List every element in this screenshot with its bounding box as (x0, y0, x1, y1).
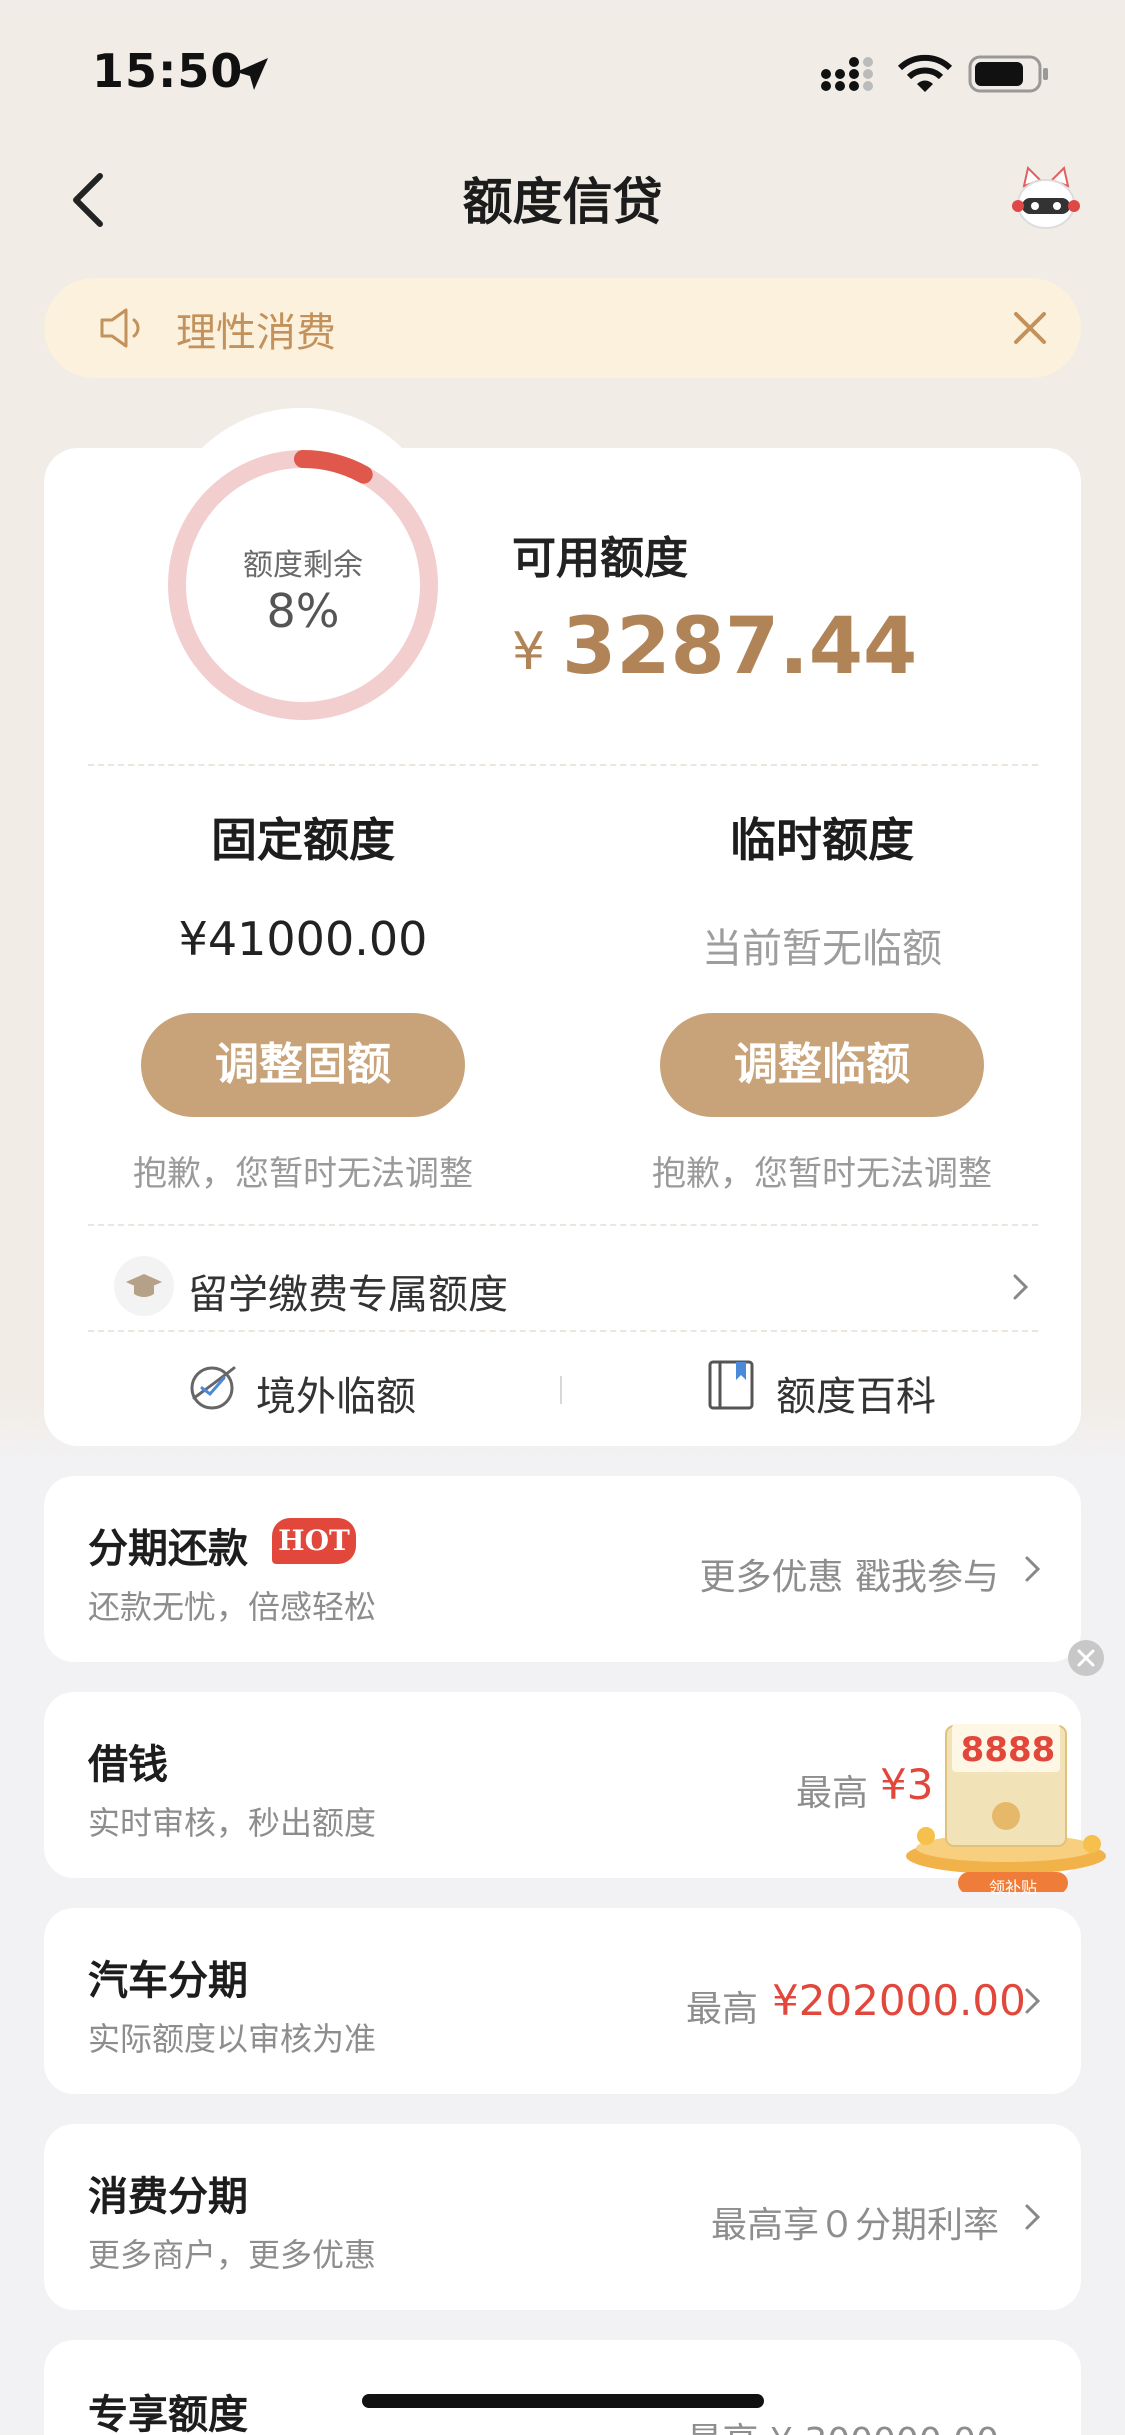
quota-encyclopedia-link[interactable]: 额度百科 (776, 1364, 936, 1422)
close-icon[interactable] (1006, 304, 1054, 352)
cellular-signal-icon (821, 57, 873, 91)
promo-label: 领补贴 (988, 1878, 1037, 1897)
consumer-installment-title: 消费分期 (88, 2174, 248, 2220)
home-indicator[interactable] (362, 2394, 764, 2408)
chevron-right-icon (1025, 1988, 1041, 2014)
promo-amount: 8888 (960, 1730, 1056, 1770)
installment-repay-subtitle: 还款无忧，倍感轻松 (88, 1588, 377, 1626)
available-quota-amount: 3287.44 (562, 602, 918, 692)
installment-repay-title: 分期还款 (88, 1526, 248, 1572)
mascot-avatar-icon[interactable] (1010, 164, 1082, 236)
chevron-right-icon (1013, 1274, 1029, 1300)
adjust-temp-quota-button[interactable]: 调整临额 (660, 1013, 984, 1117)
currency-symbol: ¥ (512, 622, 546, 682)
divider (88, 1330, 1038, 1332)
book-icon (708, 1360, 754, 1410)
temp-quota-value: 当前暂无临额 (702, 926, 942, 972)
fixed-quota-title: 固定额度 (211, 813, 395, 867)
subsidy-promo-widget[interactable]: 8888 领补贴 (896, 1706, 1125, 1897)
borrow-title: 借钱 (88, 1742, 168, 1788)
borrow-subtitle: 实时审核，秒出额度 (88, 1804, 377, 1842)
temp-quota-title: 临时额度 (730, 813, 914, 867)
study-abroad-quota-link[interactable]: 留学缴费专属额度 (188, 1262, 508, 1320)
consumer-installment-subtitle: 更多商户，更多优惠 (88, 2236, 377, 2274)
divider (88, 764, 1038, 766)
hot-badge: HOT (272, 1518, 356, 1564)
battery-icon (968, 55, 1048, 93)
divider (88, 1224, 1038, 1226)
location-arrow-icon (236, 58, 268, 90)
exclusive-quota-max: 最高 ¥ 300000.00 (687, 2412, 999, 2435)
temp-quota-note: 抱歉，您暂时无法调整 (652, 1154, 992, 1194)
consumer-installment-promo: 最高享０分期利率 (710, 2205, 999, 2246)
notice-text: 理性消费 (176, 310, 336, 356)
available-quota-label: 可用额度 (512, 533, 688, 584)
speaker-icon (100, 308, 140, 348)
page-title: 额度信贷 (462, 173, 663, 231)
promo-close-icon[interactable] (1066, 1638, 1106, 1678)
fixed-quota-value: ¥41000.00 (178, 912, 428, 966)
adjust-fixed-quota-button[interactable]: 调整固额 (141, 1013, 465, 1117)
fixed-quota-note: 抱歉，您暂时无法调整 (133, 1154, 473, 1194)
graduation-cap-icon (114, 1256, 174, 1316)
borrow-max-label: 最高 (796, 1773, 869, 1814)
ring-percent: 8% (266, 584, 340, 638)
car-installment-title: 汽车分期 (88, 1958, 248, 2004)
chevron-right-icon (1025, 2204, 1041, 2230)
status-time: 15:50 (92, 44, 244, 98)
chevron-right-icon (1025, 1556, 1041, 1582)
car-max-value: ¥202000.00 (772, 1976, 1026, 2025)
ring-label: 额度剩余 (243, 548, 363, 583)
car-installment-subtitle: 实际额度以审核为准 (88, 2020, 377, 2058)
wifi-icon (898, 54, 952, 92)
exclusive-quota-title: 专享额度 (88, 2392, 248, 2435)
overseas-globe-icon (190, 1366, 236, 1410)
overseas-temp-quota-link[interactable]: 境外临额 (256, 1364, 416, 1422)
vertical-divider (560, 1376, 562, 1404)
installment-repay-promo: 更多优惠 戳我参与 (699, 1557, 999, 1598)
car-max-label: 最高 (686, 1989, 759, 2030)
